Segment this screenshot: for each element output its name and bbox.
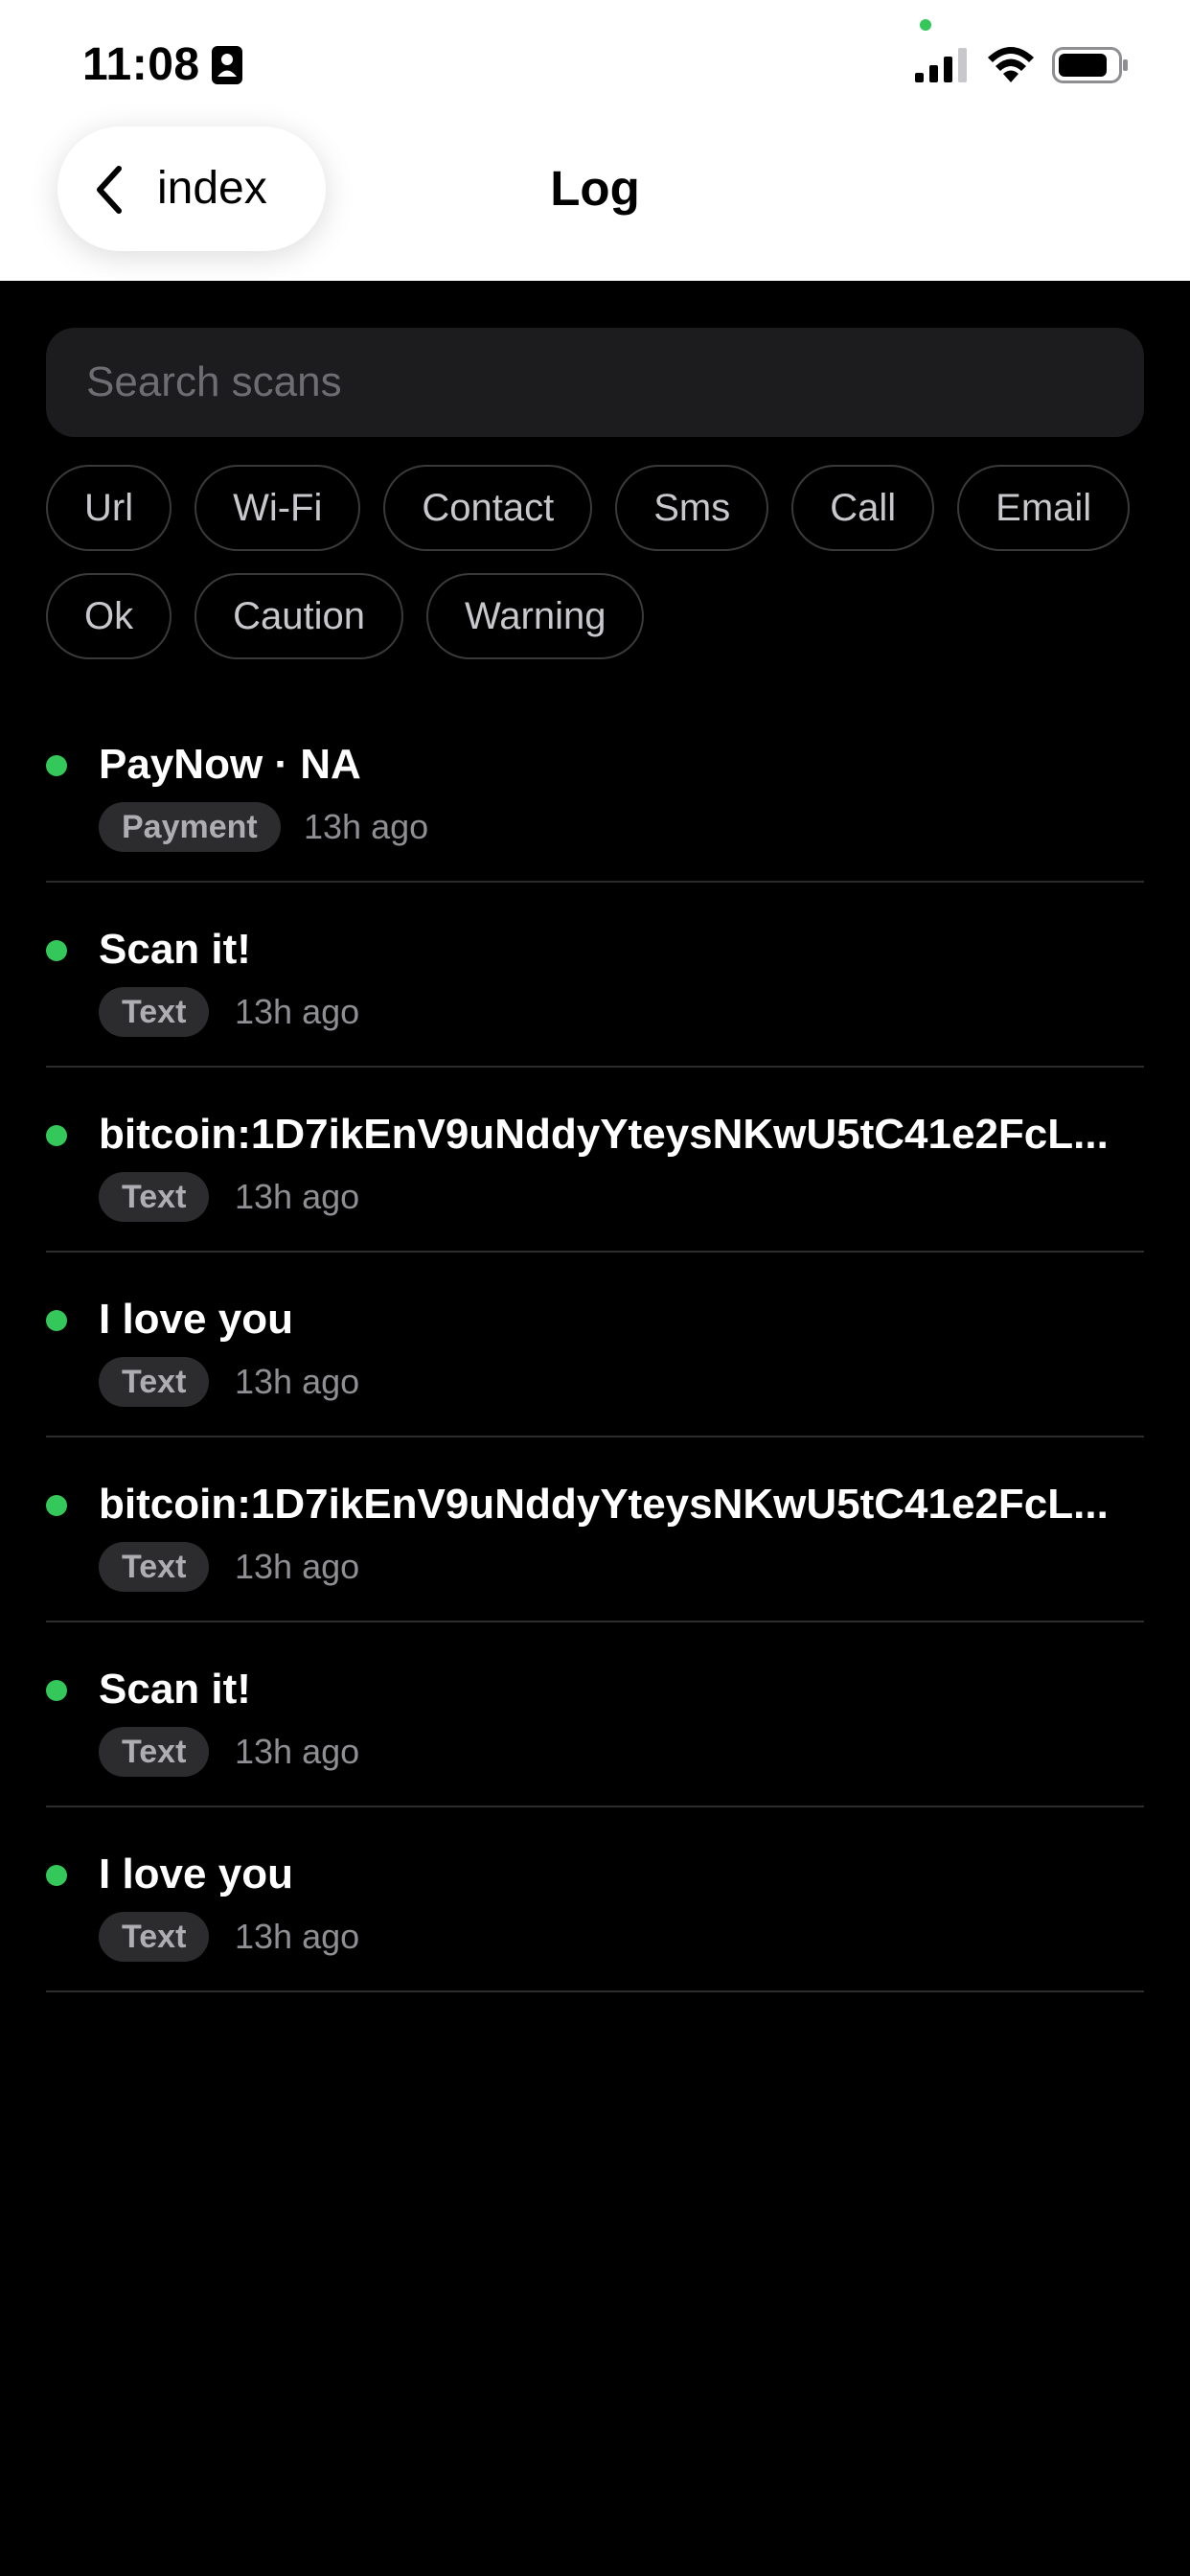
scan-list-item[interactable]: bitcoin:1D7ikEnV9uNddyYteysNKwU5tC41e2Fc… xyxy=(46,1438,1144,1622)
filter-chip-call[interactable]: Call xyxy=(791,465,935,551)
filter-chips-type: Url Wi-Fi Contact Sms Call Email xyxy=(46,465,1190,551)
scan-list-item[interactable]: Scan it! Text 13h ago xyxy=(46,1622,1144,1807)
scan-type-badge: Text xyxy=(99,1172,210,1222)
cellular-signal-icon xyxy=(915,48,967,82)
scan-title: PayNow · NA xyxy=(99,741,361,788)
status-bar: 11:08 xyxy=(0,0,1190,129)
battery-icon xyxy=(1052,47,1128,83)
header-area: 11:08 index Log xyxy=(0,0,1190,281)
mic-indicator-dot xyxy=(920,19,931,31)
scan-timestamp: 13h ago xyxy=(304,807,429,846)
nav-bar: index Log xyxy=(0,125,1190,259)
status-ok-dot xyxy=(46,940,67,961)
scan-list-item[interactable]: I love you Text 13h ago xyxy=(46,1807,1144,1992)
scan-title: bitcoin:1D7ikEnV9uNddyYteysNKwU5tC41e2Fc… xyxy=(99,1111,1109,1158)
filter-chip-contact[interactable]: Contact xyxy=(383,465,593,551)
filter-chip-warning[interactable]: Warning xyxy=(426,573,645,659)
filter-chip-url[interactable]: Url xyxy=(46,465,172,551)
scan-title: bitcoin:1D7ikEnV9uNddyYteysNKwU5tC41e2Fc… xyxy=(99,1481,1109,1528)
status-time: 11:08 xyxy=(82,39,200,90)
filter-chip-email[interactable]: Email xyxy=(957,465,1131,551)
status-ok-dot xyxy=(46,1495,67,1516)
filter-chip-sms[interactable]: Sms xyxy=(615,465,769,551)
status-ok-dot xyxy=(46,1125,67,1146)
filter-chip-wifi[interactable]: Wi-Fi xyxy=(195,465,361,551)
scan-title: Scan it! xyxy=(99,1666,251,1713)
status-ok-dot xyxy=(46,1865,67,1886)
scan-list-item[interactable]: I love you Text 13h ago xyxy=(46,1253,1144,1438)
scan-type-badge: Payment xyxy=(99,802,281,852)
scan-type-badge: Text xyxy=(99,1357,210,1407)
scan-timestamp: 13h ago xyxy=(235,1547,360,1586)
scan-list-item[interactable]: Scan it! Text 13h ago xyxy=(46,883,1144,1068)
filter-chip-ok[interactable]: Ok xyxy=(46,573,172,659)
status-ok-dot xyxy=(46,1680,67,1701)
scan-timestamp: 13h ago xyxy=(235,1177,360,1216)
scan-title: I love you xyxy=(99,1296,293,1343)
page-title: Log xyxy=(550,161,640,216)
scan-timestamp: 13h ago xyxy=(235,1362,360,1401)
scan-list-item[interactable]: bitcoin:1D7ikEnV9uNddyYteysNKwU5tC41e2Fc… xyxy=(46,1068,1144,1253)
scan-type-badge: Text xyxy=(99,1912,210,1962)
scan-type-badge: Text xyxy=(99,1727,210,1777)
scan-list-item[interactable]: PayNow · NA Payment 13h ago xyxy=(46,698,1144,883)
filter-chips-status: Ok Caution Warning xyxy=(46,573,1190,659)
scan-timestamp: 13h ago xyxy=(235,1732,360,1771)
status-ok-dot xyxy=(46,755,67,776)
search-input[interactable] xyxy=(46,328,1144,437)
wifi-icon xyxy=(988,47,1034,82)
person-card-icon xyxy=(212,46,242,84)
scan-timestamp: 13h ago xyxy=(235,992,360,1031)
scan-type-badge: Text xyxy=(99,987,210,1037)
status-ok-dot xyxy=(46,1310,67,1331)
scan-type-badge: Text xyxy=(99,1542,210,1592)
scan-title: I love you xyxy=(99,1851,293,1898)
scan-timestamp: 13h ago xyxy=(235,1917,360,1956)
scan-title: Scan it! xyxy=(99,926,251,973)
scan-list: PayNow · NA Payment 13h ago Scan it! Tex… xyxy=(46,698,1144,1992)
filter-chip-caution[interactable]: Caution xyxy=(195,573,403,659)
